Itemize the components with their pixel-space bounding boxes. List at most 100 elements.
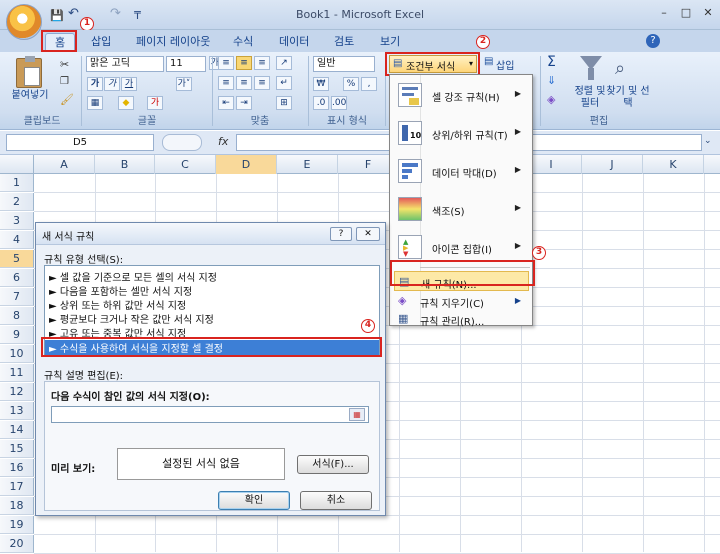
row-header[interactable]: 11 (0, 364, 34, 382)
rule-type-item[interactable]: ► 셀 값을 기준으로 모든 셀의 서식 지정 (49, 269, 217, 284)
menu-item-highlight-rules[interactable]: 셀 강조 규칙(H) ▶ (394, 77, 529, 115)
row-header[interactable]: 19 (0, 516, 34, 534)
save-icon[interactable]: 💾 (50, 9, 64, 22)
tab-insert[interactable]: 삽입 (82, 33, 120, 52)
rule-type-item[interactable]: ► 상위 또는 하위 값만 서식 지정 (49, 297, 186, 312)
redo-icon[interactable]: ↷ (110, 6, 121, 21)
minimize-button[interactable]: – (654, 6, 674, 20)
border-button[interactable]: ▦ (87, 96, 103, 110)
expand-formula-icon[interactable]: ⌄ (704, 136, 712, 146)
row-header[interactable]: 15 (0, 440, 34, 458)
row-header[interactable]: 14 (0, 421, 34, 439)
row-header[interactable]: 13 (0, 402, 34, 420)
align-center-icon[interactable]: ≡ (236, 76, 252, 90)
align-top-icon[interactable]: ≡ (218, 56, 234, 70)
menu-item-color-scales[interactable]: 색조(S) ▶ (394, 191, 529, 229)
font-color-button[interactable]: 가 (147, 96, 163, 110)
row-header[interactable]: 1 (0, 174, 34, 192)
row-header[interactable]: 12 (0, 383, 34, 401)
row-header[interactable]: 8 (0, 307, 34, 325)
ok-button[interactable]: 확인 (218, 491, 290, 510)
row-header[interactable]: 2 (0, 193, 34, 211)
align-left-icon[interactable]: ≡ (218, 76, 234, 90)
insert-function-button[interactable]: fx (218, 135, 228, 148)
align-right-icon[interactable]: ≡ (254, 76, 270, 90)
row-header[interactable]: 20 (0, 535, 34, 553)
formula-bar-expander[interactable] (162, 134, 202, 151)
menu-item-clear-rules[interactable]: ◈ 규칙 지우기(C) ▶ (394, 291, 529, 311)
customize-qat-icon[interactable]: ₸ (134, 9, 141, 22)
find-select-button[interactable]: 찾기 및 선택 (606, 86, 650, 110)
column-header[interactable]: E (277, 155, 338, 174)
fill-color-button[interactable]: ◆ (118, 96, 134, 110)
select-all-corner[interactable] (0, 155, 34, 174)
row-header[interactable]: 4 (0, 231, 34, 249)
row-header[interactable]: 16 (0, 459, 34, 477)
rule-type-item[interactable]: ► 평균보다 크거나 작은 값만 서식 지정 (49, 311, 214, 326)
cancel-button[interactable]: 취소 (300, 491, 372, 510)
close-button[interactable]: ✕ (698, 6, 718, 20)
menu-item-top-bottom-rules[interactable]: 10 상위/하위 규칙(T) ▶ (394, 115, 529, 153)
orientation-icon[interactable]: ↗ (276, 56, 292, 70)
column-header[interactable]: D (216, 155, 277, 174)
underline-button[interactable]: 가 (121, 77, 137, 91)
paste-button[interactable]: 붙여넣기 (8, 90, 52, 102)
row-header[interactable]: 7 (0, 288, 34, 306)
bold-button[interactable]: 가 (87, 77, 103, 91)
undo-icon[interactable]: ↶ (68, 6, 79, 21)
row-header[interactable]: 10 (0, 345, 34, 363)
dialog-help-button[interactable]: ? (330, 227, 352, 241)
format-painter-icon[interactable]: 🖌 (60, 93, 74, 106)
comma-button[interactable]: , (361, 77, 377, 91)
rule-type-item[interactable]: ► 다음을 포함하는 셀만 서식 지정 (49, 283, 192, 298)
tab-view[interactable]: 보기 (371, 33, 409, 52)
row-header[interactable]: 6 (0, 269, 34, 287)
column-header[interactable]: A (34, 155, 95, 174)
percent-button[interactable]: % (343, 77, 359, 91)
maximize-button[interactable]: □ (676, 6, 696, 20)
tab-formulas[interactable]: 수식 (224, 33, 262, 52)
row-header[interactable]: 9 (0, 326, 34, 344)
row-header[interactable]: 17 (0, 478, 34, 496)
align-bottom-icon[interactable]: ≡ (254, 56, 270, 70)
copy-icon[interactable]: ❐ (60, 76, 69, 87)
align-middle-icon[interactable]: ≡ (236, 56, 252, 70)
decrease-decimal-icon[interactable]: .00 (331, 96, 347, 110)
wrap-text-icon[interactable]: ↵ (276, 76, 292, 90)
shrink-font-button[interactable]: 가˅ (176, 77, 192, 91)
formula-input-field[interactable] (51, 406, 369, 423)
autosum-button[interactable]: Σ (547, 54, 556, 70)
sort-filter-button[interactable]: 정렬 및 필터 (570, 86, 610, 110)
row-header[interactable]: 18 (0, 497, 34, 515)
row-header[interactable]: 5 (0, 250, 34, 268)
fill-icon[interactable]: ⇓ (547, 74, 556, 87)
column-header[interactable]: J (582, 155, 643, 174)
menu-item-data-bars[interactable]: 데이터 막대(D) ▶ (394, 153, 529, 191)
currency-button[interactable]: ₩ (313, 77, 329, 91)
format-button[interactable]: 서식(F)... (297, 455, 369, 474)
tab-review[interactable]: 검토 (325, 33, 363, 52)
column-header[interactable]: C (155, 155, 216, 174)
merge-cells-icon[interactable]: ⊞ (276, 96, 292, 110)
help-icon[interactable]: ? (646, 34, 660, 48)
tab-page-layout[interactable]: 페이지 레이아웃 (127, 33, 219, 52)
tab-data[interactable]: 데이터 (270, 33, 318, 52)
office-button[interactable] (6, 4, 42, 40)
name-box[interactable]: D5 (6, 134, 154, 151)
font-size-select[interactable]: 11 (166, 56, 206, 72)
insert-cells-button[interactable]: 삽입 (496, 57, 514, 72)
dialog-close-button[interactable]: ✕ (356, 227, 380, 241)
increase-decimal-icon[interactable]: .0 (313, 96, 329, 110)
clear-icon[interactable]: ◈ (547, 93, 555, 106)
column-header[interactable]: B (95, 155, 155, 174)
decrease-indent-icon[interactable]: ⇤ (218, 96, 234, 110)
increase-indent-icon[interactable]: ⇥ (236, 96, 252, 110)
row-header[interactable]: 3 (0, 212, 34, 230)
italic-button[interactable]: 가 (104, 77, 120, 91)
number-format-select[interactable]: 일반 (313, 56, 375, 72)
range-select-icon[interactable]: ▦ (349, 408, 365, 421)
font-name-select[interactable]: 맑은 고딕 (86, 56, 164, 72)
column-header[interactable]: K (643, 155, 704, 174)
menu-item-manage-rules[interactable]: ▦ 규칙 관리(R)... (394, 309, 529, 329)
cut-icon[interactable]: ✂ (60, 58, 69, 71)
